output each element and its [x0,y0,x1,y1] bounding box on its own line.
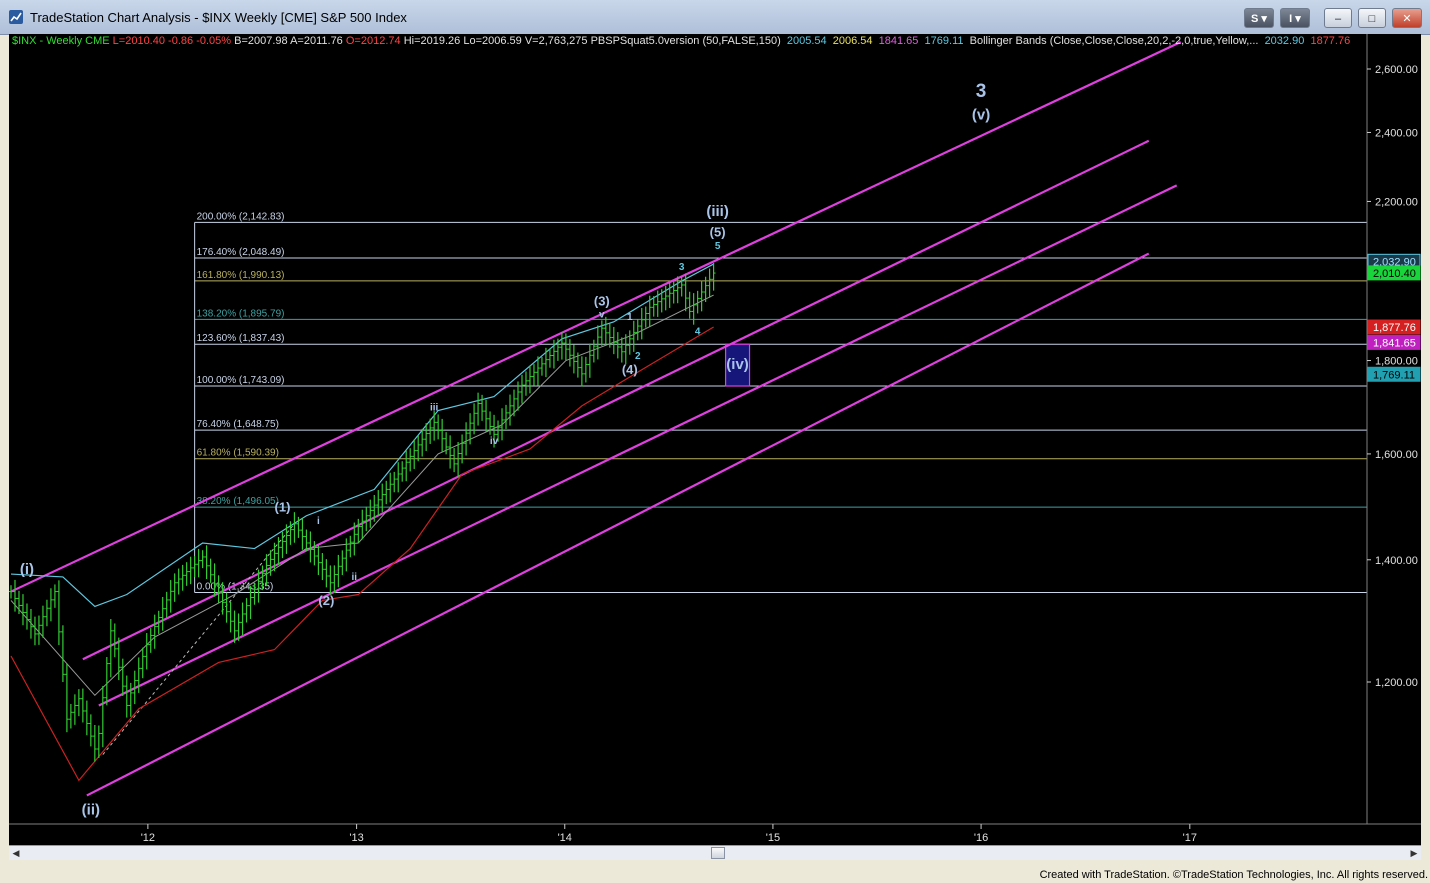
scroll-thumb[interactable] [711,847,725,859]
chart-plot-area[interactable]: 200.00% (2,142.83) 176.40% (2,048.49) 161.… [9,34,1421,845]
header-exchange: CME [85,35,110,47]
x-tick-label: '15 [766,832,780,844]
channel-line [10,41,1182,593]
header-bid: B=2007.98 [234,35,288,47]
tradestation-app-icon [9,10,23,24]
fib-label: 76.40% (1,648.75) [197,419,279,430]
fib-label: 100.00% (1,743.09) [197,375,285,386]
fib-label: 161.80% (1,990.13) [197,270,285,281]
bollinger-mid-line [10,294,714,697]
maximize-button[interactable]: □ [1358,8,1386,28]
price-tag-label: 2,010.40 [1373,268,1416,280]
header-change-pct: -0.05% [196,35,232,47]
scroll-left-icon[interactable]: ◀ [9,846,23,860]
fib-label: 200.00% (2,142.83) [197,211,285,222]
wave-label: (iii) [706,203,729,220]
channel-line [98,184,1178,707]
wave-label: (4) [622,362,638,377]
target-box-label: (iv) [726,356,749,373]
wave-label: (5) [710,224,726,239]
wave-label: (ii) [82,802,100,819]
y-tick-label: 2,200.00 [1375,196,1418,208]
fib-label: 123.60% (1,837.43) [197,333,285,344]
header-indicator1: PBSPSquat5.0version (50,FALSE,150) [590,35,781,47]
header-low: Lo=2006.59 [463,35,522,47]
chart-canvas[interactable]: 200.00% (2,142.83)176.40% (2,048.49)161.… [9,34,1421,845]
close-button[interactable]: ✕ [1392,8,1422,28]
header-ask: A=2011.76 [290,35,343,47]
indicator1-value1: 2005.54 [786,35,827,47]
y-tick-label: 1,400.00 [1375,555,1418,567]
s-menu-button[interactable]: S ▾ [1244,8,1274,28]
header-last: L=2010.40 [112,35,165,47]
header-change: -0.86 [168,35,194,47]
y-tick-label: 2,600.00 [1375,64,1418,76]
wave-label: (2) [318,593,334,608]
wave-label: 2 [635,351,641,362]
wave-label: 3 [679,262,685,273]
bollinger-lower-value: 1877.76 [1310,35,1351,47]
wave-label: (v) [972,106,990,123]
window-title: TradeStation Chart Analysis - $INX Weekl… [30,10,407,25]
x-tick-label: '17 [1183,832,1197,844]
y-tick-label: 1,800.00 [1375,356,1418,368]
x-tick-label: '12 [141,832,155,844]
minimize-button[interactable]: – [1324,8,1352,28]
price-tag-label: 1,877.76 [1373,322,1416,334]
x-tick-label: '13 [349,832,363,844]
y-tick-label: 1,200.00 [1375,677,1418,689]
fib-label: 176.40% (2,048.49) [197,247,285,258]
horizontal-scrollbar[interactable]: ◀ ▶ [9,845,1421,860]
indicator1-value2: 2006.54 [832,35,873,47]
wave-label: 1 [627,312,633,323]
fib-label: 61.80% (1,590.39) [197,448,279,459]
x-tick-label: '14 [558,832,572,844]
price-tag-label: 1,841.65 [1373,337,1416,349]
indicator1-value4: 1769.11 [924,35,964,47]
header-open: O=2012.74 [345,35,401,47]
wave-label: (1) [275,499,291,514]
window-titlebar: TradeStation Chart Analysis - $INX Weekl… [0,0,1430,35]
indicator1-value3: 1841.65 [878,35,919,47]
header-indicator2: Bollinger Bands (Close,Close,Close,20,2,… [969,35,1259,47]
y-tick-label: 1,600.00 [1375,449,1418,461]
wave-label: i [317,516,320,527]
header-symbol: $INX - Weekly [12,35,83,47]
header-high: Hi=2019.26 [403,35,461,47]
wave-label: ii [352,572,358,583]
wave-label: v [599,310,605,321]
fib-label: 138.20% (1,895.79) [197,308,285,319]
x-tick-label: '16 [974,832,988,844]
wave-label: 3 [976,81,987,102]
wave-label: (i) [20,561,34,578]
bollinger-lower-line [10,326,714,782]
header-volume: V=2,763,275 [524,35,588,47]
y-tick-label: 2,400.00 [1375,127,1418,139]
symbol-header: $INX - Weekly CME L=2010.40 -0.86 -0.05%… [12,35,1350,47]
fib-label: 0.00% (1,343.35) [197,582,274,593]
i-menu-button[interactable]: I ▾ [1280,8,1310,28]
wave-label: iv [490,436,499,447]
wave-label: (3) [594,293,610,308]
wave-label: 5 [715,241,721,252]
bollinger-upper-value: 2032.90 [1264,35,1305,47]
bollinger-upper-line [10,263,714,608]
scroll-right-icon[interactable]: ▶ [1407,846,1421,860]
wave-label: iii [430,403,439,414]
footer-copyright: Created with TradeStation. ©TradeStation… [1039,869,1428,881]
wave-label: 4 [695,327,701,338]
price-tag-label: 1,769.11 [1373,369,1415,381]
